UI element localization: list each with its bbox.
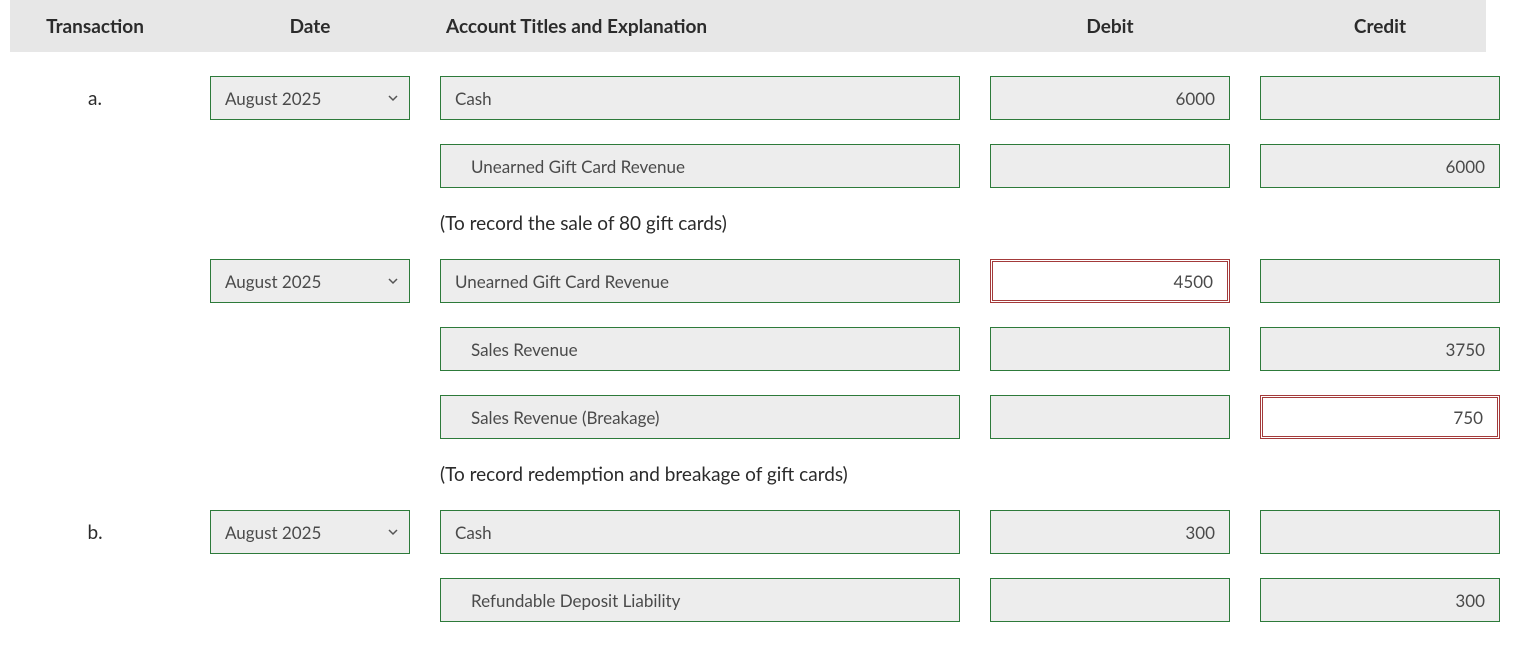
account-title-input[interactable]: Unearned Gift Card Revenue: [440, 144, 960, 188]
explanation-row: (To record redemption and breakage of gi…: [10, 463, 1486, 486]
explanation-row: (To record the sale of 80 gift cards): [10, 212, 1486, 235]
credit-input[interactable]: [1260, 259, 1500, 303]
debit-input[interactable]: [990, 578, 1230, 622]
debit-input[interactable]: 6000: [990, 76, 1230, 120]
col-credit: Credit: [1260, 15, 1500, 38]
credit-input[interactable]: 6000: [1260, 144, 1500, 188]
debit-input[interactable]: 300: [990, 510, 1230, 554]
account-title-input[interactable]: Sales Revenue (Breakage): [440, 395, 960, 439]
explanation-text: (To record redemption and breakage of gi…: [440, 463, 960, 486]
journal-entry-row: b. August 2025 Cash 300: [10, 510, 1486, 554]
date-value: August 2025: [225, 88, 321, 109]
account-title-input[interactable]: Sales Revenue: [440, 327, 960, 371]
date-select[interactable]: August 2025: [210, 76, 410, 120]
account-title-input[interactable]: Refundable Deposit Liability: [440, 578, 960, 622]
credit-input[interactable]: 300: [1260, 578, 1500, 622]
date-value: August 2025: [225, 271, 321, 292]
account-title-input[interactable]: Cash: [440, 510, 960, 554]
transaction-label: b.: [10, 521, 180, 544]
journal-entry-row: a. August 2025 Cash 6000: [10, 76, 1486, 120]
journal-entry-row: August 2025 Unearned Gift Card Revenue 450…: [10, 259, 1486, 303]
debit-input[interactable]: 4500: [990, 259, 1230, 303]
journal-entry-row: Sales Revenue3750: [10, 327, 1486, 371]
debit-input[interactable]: [990, 327, 1230, 371]
col-debit: Debit: [990, 15, 1230, 38]
account-title-input[interactable]: Unearned Gift Card Revenue: [440, 259, 960, 303]
transaction-label: a.: [10, 87, 180, 110]
journal-entry-row: Unearned Gift Card Revenue6000: [10, 144, 1486, 188]
chevron-down-icon: [387, 92, 399, 104]
col-transaction: Transaction: [10, 15, 180, 38]
credit-input[interactable]: [1260, 510, 1500, 554]
credit-input[interactable]: [1260, 76, 1500, 120]
journal-entry-row: Sales Revenue (Breakage)750: [10, 395, 1486, 439]
chevron-down-icon: [387, 526, 399, 538]
credit-input[interactable]: 3750: [1260, 327, 1500, 371]
date-select[interactable]: August 2025: [210, 259, 410, 303]
date-select[interactable]: August 2025: [210, 510, 410, 554]
credit-input[interactable]: 750: [1260, 395, 1500, 439]
col-date: Date: [210, 15, 410, 38]
col-account: Account Titles and Explanation: [440, 15, 960, 38]
table-header: Transaction Date Account Titles and Expl…: [10, 0, 1486, 52]
journal-entry-row: Refundable Deposit Liability300: [10, 578, 1486, 622]
account-title-input[interactable]: Cash: [440, 76, 960, 120]
date-value: August 2025: [225, 522, 321, 543]
explanation-text: (To record the sale of 80 gift cards): [440, 212, 960, 235]
debit-input[interactable]: [990, 144, 1230, 188]
chevron-down-icon: [387, 275, 399, 287]
debit-input[interactable]: [990, 395, 1230, 439]
